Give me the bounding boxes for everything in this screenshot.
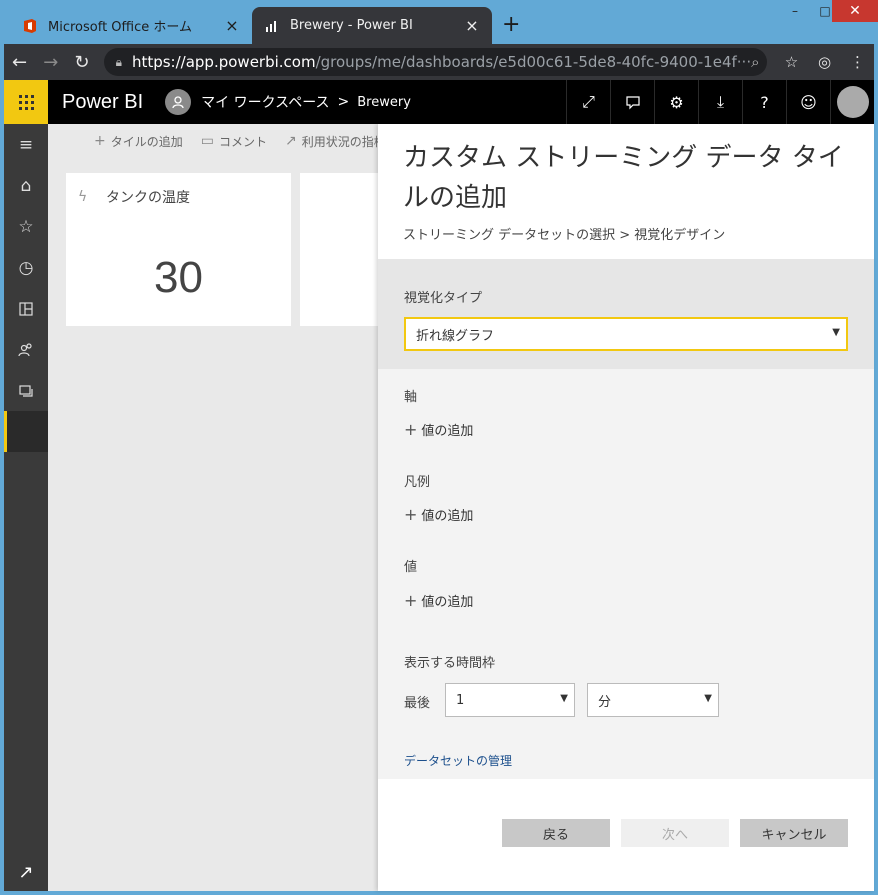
add-tile-button[interactable]: + タイルの追加 — [94, 133, 183, 150]
url-path: /groups/me/dashboards/e5d00c61-5de8-40fc… — [315, 53, 752, 71]
tile-title: タンクの温度 — [106, 190, 190, 206]
url-host: https://app.powerbi.com — [131, 53, 316, 71]
tab-strip: Microsoft Office ホーム × Brewery - Power B… — [0, 0, 878, 44]
dashboard-tile[interactable] — [300, 173, 380, 326]
visual-type-section: 視覚化タイプ 折れ線グラフ ▼ — [378, 259, 874, 369]
panel-breadcrumb: ストリーミング データセットの選択 > 視覚化デザイン — [403, 228, 726, 243]
streaming-bolt-icon: ϟ — [78, 189, 88, 205]
tab-label: Brewery - Power BI — [290, 18, 413, 33]
apps-icon[interactable] — [4, 288, 48, 329]
workspaces-icon[interactable] — [4, 370, 48, 411]
visual-type-select[interactable]: 折れ線グラフ ▼ — [404, 317, 848, 351]
comment-icon: ▭ — [200, 133, 214, 149]
recent-icon[interactable]: ◷ — [4, 247, 48, 288]
plus-icon: + — [404, 591, 418, 610]
current-workspace-item[interactable] — [4, 411, 48, 452]
plus-icon: + — [404, 505, 418, 524]
last-label: 最後 — [404, 696, 431, 711]
home-icon[interactable]: ⌂ — [4, 165, 48, 206]
back-icon[interactable]: ← — [4, 52, 35, 73]
workspace-user-icon — [165, 89, 192, 115]
usage-metrics-button[interactable]: ↗ 利用状況の指標 — [285, 133, 386, 150]
dashboard-canvas: + タイルの追加 ▭ コメント ↗ 利用状況の指標 ϟ タンクの温度 30 — [48, 124, 386, 891]
panel-title: カスタム ストリーミング データ タイルの追加 — [403, 143, 844, 213]
fullscreen-icon[interactable]: ⤢ — [566, 80, 610, 124]
chevron-down-icon: ▼ — [560, 693, 568, 704]
axis-add-value-button[interactable]: + 値の追加 — [404, 420, 473, 439]
comment-icon[interactable] — [610, 80, 654, 124]
timeframe-unit-select[interactable]: 分 ▼ — [587, 683, 719, 717]
chevron-down-icon: ▼ — [704, 693, 712, 704]
app-launcher-icon[interactable] — [4, 80, 48, 124]
cancel-button[interactable]: キャンセル — [740, 819, 848, 847]
breadcrumb-separator: > — [337, 94, 350, 110]
breadcrumb-dashboard[interactable]: Brewery — [357, 95, 411, 110]
chart-icon: ↗ — [285, 133, 297, 149]
chevron-down-icon: ▼ — [832, 327, 840, 338]
timeframe-label: 表示する時間枠 — [404, 656, 496, 671]
legend-add-value-button[interactable]: + 値の追加 — [404, 505, 473, 524]
powerbi-favicon-icon — [266, 20, 276, 32]
comment-button[interactable]: ▭ コメント — [201, 133, 267, 150]
values-label: 値 — [404, 560, 418, 575]
legend-label: 凡例 — [404, 475, 431, 490]
account-icon[interactable] — [830, 80, 874, 124]
timeframe-unit-value: 分 — [598, 694, 612, 710]
brand-title[interactable]: Power BI — [62, 91, 143, 114]
tab-brewery-powerbi[interactable]: Brewery - Power BI × — [252, 7, 492, 44]
next-button[interactable]: 次へ — [621, 819, 729, 847]
close-tab-icon[interactable]: × — [464, 16, 480, 35]
new-tab-button[interactable]: + — [502, 12, 520, 38]
minimize-icon[interactable]: – — [780, 0, 810, 22]
url-input[interactable]: 🔒︎ https://app.powerbi.com/groups/me/das… — [103, 48, 767, 76]
hamburger-icon[interactable]: ≡ — [4, 124, 48, 165]
lock-icon: 🔒︎ — [115, 54, 122, 69]
close-tab-icon[interactable]: × — [224, 16, 240, 35]
add-streaming-tile-panel: カスタム ストリーミング データ タイルの追加 ストリーミング データセットの選… — [378, 124, 874, 891]
timeframe-count-value: 1 — [456, 692, 465, 708]
star-icon[interactable]: ☆ — [775, 53, 808, 71]
favorites-icon[interactable]: ☆ — [4, 206, 48, 247]
breadcrumb-workspace[interactable]: マイ ワークスペース — [201, 92, 329, 112]
avatar — [836, 86, 869, 118]
office-logo-icon — [24, 18, 36, 33]
left-nav: ≡ ⌂ ☆ ◷ ↗ — [4, 124, 48, 891]
dashboard-toolbar: + タイルの追加 ▭ コメント ↗ 利用状況の指標 — [48, 124, 386, 158]
expand-icon[interactable]: ↗ — [4, 862, 48, 883]
feedback-icon[interactable]: ☺ — [786, 80, 830, 124]
values-add-value-button[interactable]: + 値の追加 — [404, 591, 473, 610]
tab-label: Microsoft Office ホーム — [48, 20, 192, 35]
tab-office-home[interactable]: Microsoft Office ホーム × — [10, 7, 252, 44]
back-button[interactable]: 戻る — [502, 819, 610, 847]
powerbi-header: Power BI マイ ワークスペース > Brewery ⤢ ⚙ ⤓ ? ☺ — [4, 80, 874, 124]
visual-type-label: 視覚化タイプ — [404, 291, 483, 306]
plus-icon: + — [94, 133, 106, 149]
address-bar: ← → ↻ 🔒︎ https://app.powerbi.com/groups/… — [4, 44, 874, 80]
help-icon[interactable]: ? — [742, 80, 786, 124]
timeframe-count-select[interactable]: 1 ▼ — [445, 683, 575, 717]
window-close-icon[interactable]: ✕ — [832, 0, 878, 22]
tank-temperature-tile[interactable]: ϟ タンクの温度 30 — [66, 173, 291, 326]
menu-icon[interactable]: ⋮ — [841, 53, 874, 71]
axis-label: 軸 — [404, 390, 418, 405]
panel-form: 視覚化タイプ 折れ線グラフ ▼ 軸 + 値の追加 凡例 + 値の追加 値 + 値の追加… — [378, 259, 874, 779]
plus-icon: + — [404, 420, 418, 439]
download-icon[interactable]: ⤓ — [698, 80, 742, 124]
manage-datasets-link[interactable]: データセットの管理 — [404, 752, 512, 769]
reload-icon[interactable]: ↻ — [66, 52, 97, 73]
forward-icon[interactable]: → — [35, 52, 66, 73]
zoom-icon[interactable]: ⌕ — [751, 53, 759, 71]
tile-value: 30 — [154, 253, 203, 302]
incognito-icon[interactable]: ◎ — [808, 53, 841, 71]
visual-type-value: 折れ線グラフ — [416, 328, 495, 344]
shared-icon[interactable] — [4, 329, 48, 370]
settings-icon[interactable]: ⚙ — [654, 80, 698, 124]
